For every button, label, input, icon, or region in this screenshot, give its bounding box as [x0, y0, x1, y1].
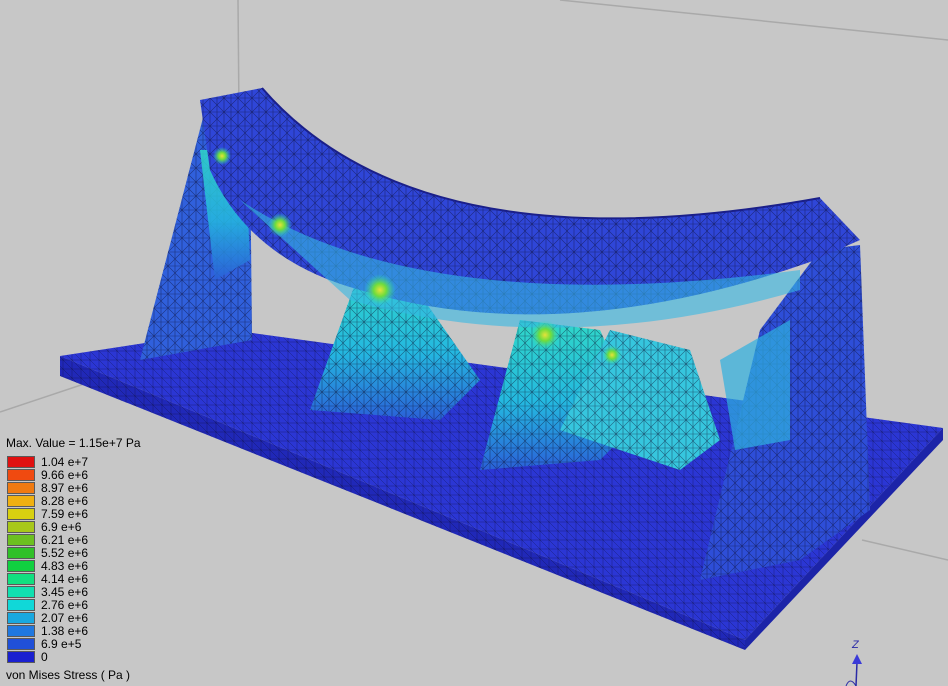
- legend-swatch: [7, 456, 35, 468]
- legend-value: 3.45 e+6: [41, 585, 89, 599]
- legend-swatch: [7, 586, 35, 598]
- z-axis-indicator: [845, 654, 862, 686]
- max-value-label: Max. Value = 1.15e+7 Pa: [6, 436, 141, 450]
- legend-value: 6.9 e+6: [41, 520, 82, 534]
- legend-swatch: [7, 573, 35, 585]
- z-axis-label: Z: [852, 639, 859, 651]
- legend-swatch: [7, 612, 35, 624]
- legend-swatch: [7, 521, 35, 533]
- legend-swatch: [7, 638, 35, 650]
- legend-value: 2.76 e+6: [41, 598, 89, 612]
- stress-legend: Max. Value = 1.15e+7 Pa 1.04 e+7 9.66 e+6…: [5, 436, 205, 686]
- legend-value: 8.28 e+6: [41, 494, 89, 508]
- legend-value: 0: [41, 650, 48, 664]
- legend-swatch: [7, 599, 35, 611]
- legend-value: 6.21 e+6: [41, 533, 89, 547]
- legend-value: 2.07 e+6: [41, 611, 89, 625]
- legend-value: 4.83 e+6: [41, 559, 89, 573]
- legend-value: 6.9 e+5: [41, 637, 82, 651]
- legend-swatch: [7, 508, 35, 520]
- legend-swatch: [7, 495, 35, 507]
- legend-swatch: [7, 482, 35, 494]
- legend-value: 9.66 e+6: [41, 468, 89, 482]
- legend-value: 4.14 e+6: [41, 572, 89, 586]
- legend-swatch: [7, 625, 35, 637]
- legend-title: von Mises Stress ( Pa ): [6, 668, 131, 682]
- legend-swatch: [7, 560, 35, 572]
- legend-value: 8.97 e+6: [41, 481, 89, 495]
- legend-swatch: [7, 469, 35, 481]
- legend-value: 1.04 e+7: [41, 455, 89, 469]
- legend-swatch: [7, 534, 35, 546]
- legend-value: 7.59 e+6: [41, 507, 89, 521]
- legend-swatch: [7, 547, 35, 559]
- saddle-top: [200, 87, 860, 328]
- legend-value: 5.52 e+6: [41, 546, 89, 560]
- legend-swatch: [7, 651, 35, 663]
- legend-value: 1.38 e+6: [41, 624, 89, 638]
